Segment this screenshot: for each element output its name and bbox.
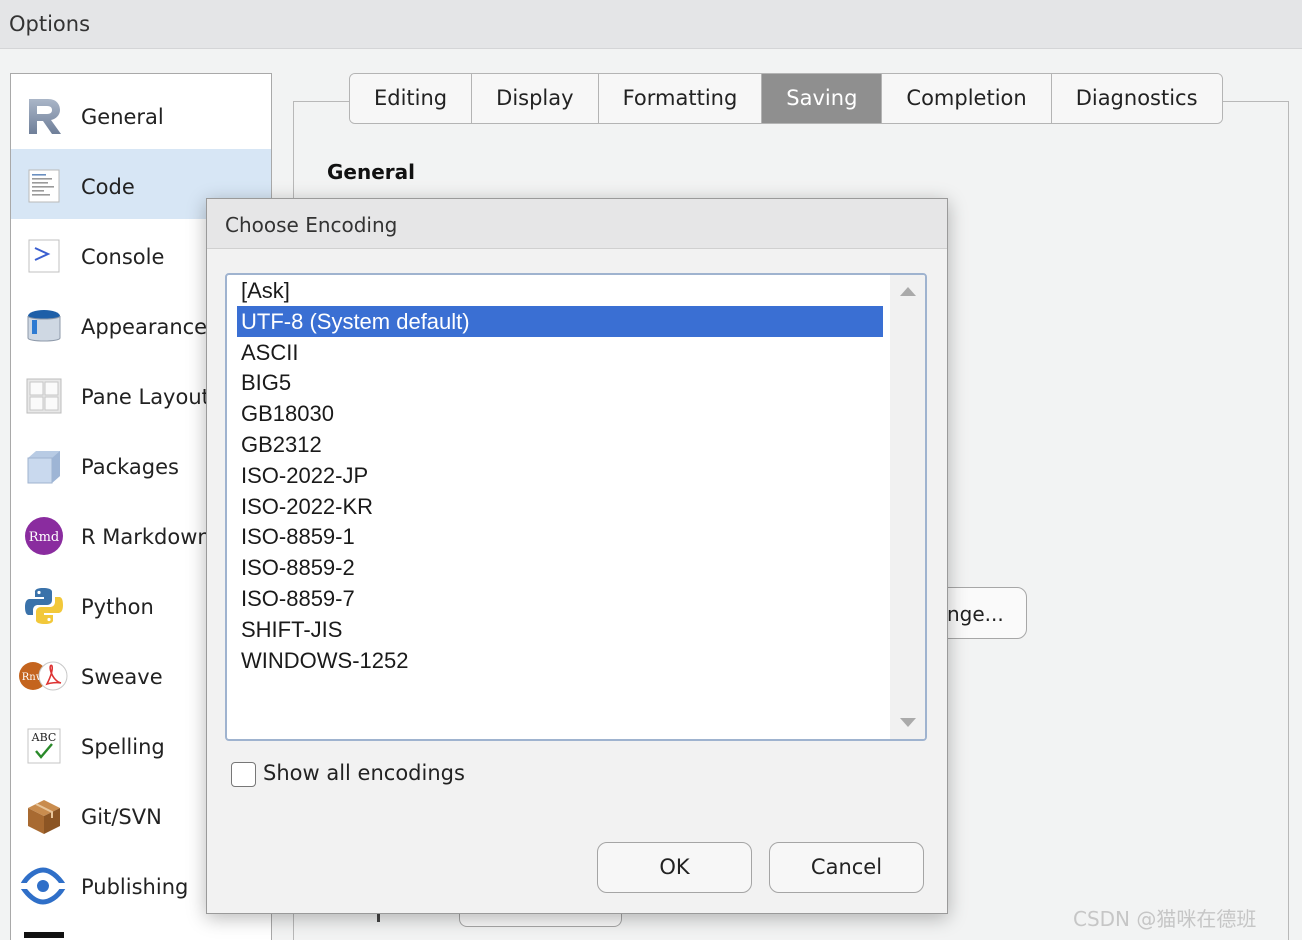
svg-text:ABC: ABC [31,731,57,744]
tab-completion[interactable]: Completion [882,74,1052,123]
console-icon [28,239,60,273]
sidebar-item-label: Packages [81,455,179,479]
sidebar-item-label: Code [81,175,135,199]
sidebar-item-general[interactable]: General [11,79,271,149]
svg-text:Rmd: Rmd [29,530,59,545]
choose-encoding-dialog: Choose Encoding [Ask] UTF-8 (System defa… [206,198,948,914]
sidebar-item-label: Spelling [81,735,165,759]
pane-layout-icon [26,378,62,414]
sidebar-item-label: Pane Layout [81,385,210,409]
terminal-icon [24,932,64,938]
git-box-icon [28,800,60,834]
encoding-item[interactable]: [Ask] [237,275,883,306]
tab-display[interactable]: Display [472,74,599,123]
publishing-icon [20,867,66,905]
rmd-icon: Rmd [25,517,63,555]
tab-formatting[interactable]: Formatting [598,74,763,123]
watermark: CSDN @猫咪在德班 [1073,907,1257,931]
r-logo-icon [29,99,61,134]
code-icon [28,169,60,203]
sidebar-item-label: Console [81,245,165,269]
show-all-encodings-checkbox[interactable] [231,762,256,787]
sidebar-item-label: Sweave [81,665,163,689]
section-heading: General [327,160,415,184]
sidebar-item-label: Appearance [81,315,208,339]
sidebar-item-label: R Markdown [81,525,211,549]
encoding-item[interactable]: BIG5 [237,367,883,398]
encoding-item[interactable]: ISO-8859-7 [237,583,883,614]
encoding-item[interactable]: ISO-8859-1 [237,521,883,552]
encoding-list-scrollbar[interactable] [890,275,925,739]
sidebar-item-label: General [81,105,164,129]
package-box-icon [27,451,60,484]
encoding-list[interactable]: [Ask] UTF-8 (System default) ASCII BIG5 … [225,273,927,741]
encoding-item[interactable]: ISO-2022-JP [237,460,883,491]
ok-button[interactable]: OK [597,842,752,893]
show-all-encodings-label[interactable]: Show all encodings [263,761,465,785]
encoding-item[interactable]: ASCII [237,337,883,368]
dialog-title: Choose Encoding [225,213,398,237]
sidebar-item-label: Git/SVN [81,805,162,829]
partial-text-mark [377,914,380,922]
window-title: Options [9,12,91,36]
encoding-item[interactable]: ISO-2022-KR [237,491,883,522]
sidebar-item-label: Publishing [81,875,189,899]
sweave-icon: Rnw [19,661,68,691]
scroll-down-arrow-icon[interactable] [900,718,916,727]
python-icon [25,588,63,624]
change-button-label: nge... [947,602,1004,626]
tab-editing[interactable]: Editing [350,74,473,123]
encoding-item[interactable]: ISO-8859-2 [237,552,883,583]
tab-diagnostics[interactable]: Diagnostics [1051,74,1222,123]
paint-bucket-icon [27,310,61,342]
spelling-icon: ABC [27,728,61,764]
encoding-item[interactable]: GB18030 [237,398,883,429]
window-title-bar: Options [0,0,1302,49]
options-tabs: Editing Display Formatting Saving Comple… [349,73,1223,124]
scroll-up-arrow-icon[interactable] [900,287,916,296]
tab-saving[interactable]: Saving [762,74,883,123]
encoding-item-selected[interactable]: UTF-8 (System default) [237,306,883,337]
encoding-item[interactable]: WINDOWS-1252 [237,645,883,676]
sidebar-item-label: Python [81,595,154,619]
cancel-button[interactable]: Cancel [769,842,924,893]
encoding-item[interactable]: SHIFT-JIS [237,614,883,645]
encoding-item[interactable]: GB2312 [237,429,883,460]
dialog-header: Choose Encoding [207,199,947,249]
